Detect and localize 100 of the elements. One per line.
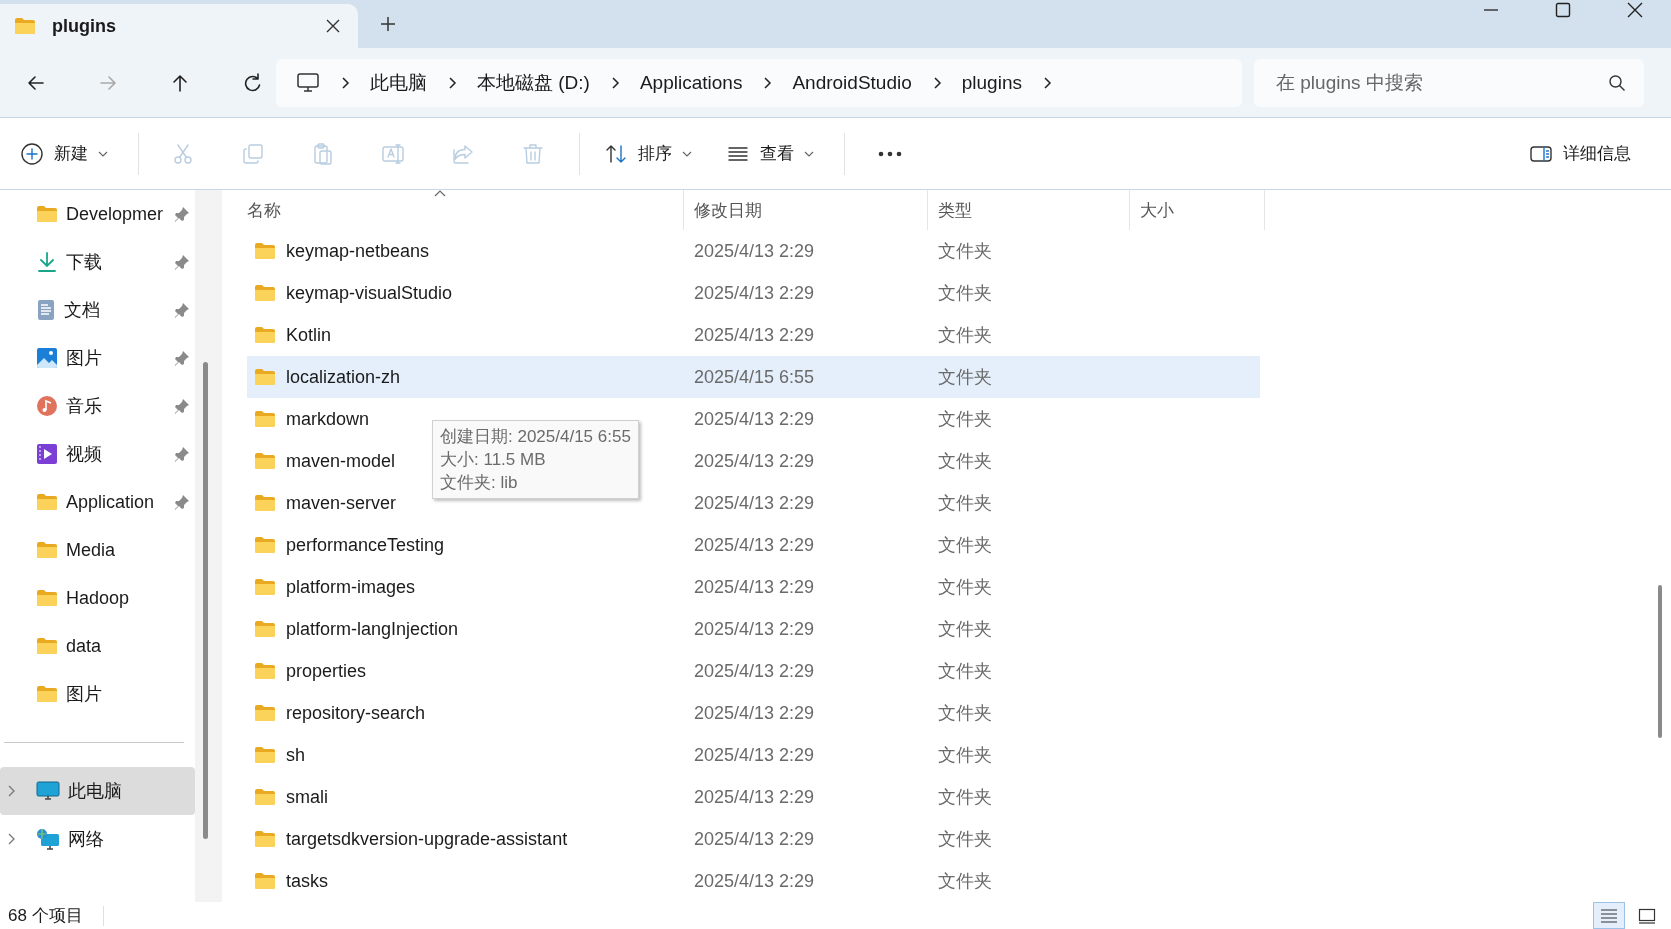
folder-icon bbox=[254, 242, 276, 260]
type-cell-text: 文件夹 bbox=[938, 240, 992, 263]
search-icon[interactable] bbox=[1608, 73, 1626, 92]
folder-icon bbox=[254, 662, 276, 680]
file-name: Kotlin bbox=[286, 324, 332, 346]
sidebar-item[interactable]: 图片 bbox=[0, 334, 195, 382]
date-cell: 2025/4/13 2:29 bbox=[694, 870, 815, 892]
file-name: properties bbox=[286, 660, 367, 682]
tooltip-line: 创建日期: 2025/4/15 6:55 bbox=[440, 426, 631, 448]
date-cell: 2025/4/13 2:29 bbox=[694, 240, 815, 262]
sidebar-item[interactable]: Developmer bbox=[0, 190, 195, 238]
folder-icon bbox=[36, 493, 58, 511]
file-name: targetsdkversion-upgrade-assistant bbox=[286, 828, 568, 850]
expand-icon[interactable] bbox=[8, 784, 16, 798]
more-icon bbox=[877, 149, 903, 158]
sidebar-item[interactable]: data bbox=[0, 622, 195, 670]
scrollbar-thumb[interactable] bbox=[1658, 585, 1662, 738]
clipboard-icon bbox=[311, 141, 335, 166]
date-cell: 2025/4/13 2:29 bbox=[694, 828, 815, 850]
selected-row[interactable]: localization-zh 2025/4/15 6:55 文件夹 bbox=[247, 356, 1260, 398]
breadcrumb-item[interactable]: plugins bbox=[961, 71, 1022, 94]
column-header[interactable]: 修改日期 bbox=[684, 190, 928, 230]
date-cell: 2025/4/13 2:29 bbox=[694, 408, 815, 430]
sidebar-item[interactable]: Media bbox=[0, 526, 195, 574]
chevron-icon bbox=[340, 75, 350, 90]
list-icon bbox=[1600, 907, 1618, 924]
breadcrumb-item[interactable]: Applications bbox=[639, 71, 743, 94]
window-tab[interactable]: plugins bbox=[0, 4, 358, 48]
type-cell-text: 文件夹 bbox=[938, 828, 992, 851]
date-cell: 2025/4/13 2:29 bbox=[694, 450, 815, 472]
folder-icon bbox=[254, 704, 276, 722]
sort-button[interactable]: 排序 bbox=[594, 131, 702, 176]
date-cell: 2025/4/13 2:29 bbox=[694, 534, 815, 556]
file-name: markdown bbox=[286, 408, 370, 430]
date-cell: 2025/4/13 2:29 bbox=[694, 660, 815, 682]
chevron-icon bbox=[931, 75, 942, 90]
column-header[interactable]: 大小 bbox=[1130, 190, 1265, 230]
sidebar-item[interactable]: Hadoop bbox=[0, 574, 195, 622]
document-icon bbox=[36, 299, 56, 321]
type-cell-text: 文件夹 bbox=[938, 450, 992, 473]
close-icon[interactable] bbox=[1627, 2, 1643, 18]
sidebar-item[interactable]: 图片 bbox=[0, 670, 195, 718]
maximize-icon[interactable] bbox=[1555, 2, 1571, 18]
type-cell-text: 文件夹 bbox=[938, 534, 992, 557]
new-button[interactable]: 新建 bbox=[10, 131, 118, 176]
address-bar[interactable]: 此电脑 本地磁盘 (D:) Applications AndroidStudio plugins bbox=[276, 58, 1242, 107]
folder-icon bbox=[36, 205, 58, 223]
file-name: maven-server bbox=[286, 492, 397, 514]
breadcrumb-item[interactable]: 本地磁盘 (D:) bbox=[477, 69, 590, 96]
column-header[interactable]: 类型 bbox=[928, 190, 1130, 230]
folder-icon bbox=[254, 326, 276, 344]
date-cell: 2025/4/13 2:29 bbox=[694, 786, 815, 808]
date-cell: 2025/4/13 2:29 bbox=[694, 492, 815, 514]
folder-icon bbox=[254, 284, 276, 302]
close-icon[interactable] bbox=[326, 19, 340, 33]
date-cell: 2025/4/13 2:29 bbox=[694, 744, 815, 766]
tooltip-line: 大小: 11.5 MB bbox=[440, 449, 547, 471]
file-name: platform-images bbox=[286, 576, 416, 598]
sidebar-item[interactable]: 视频 bbox=[0, 430, 195, 478]
breadcrumb-item[interactable]: AndroidStudio bbox=[792, 71, 912, 94]
type-cell-text: 文件夹 bbox=[938, 744, 992, 767]
type-cell-text: 文件夹 bbox=[938, 366, 992, 389]
expand-icon[interactable] bbox=[8, 832, 16, 846]
folder-icon bbox=[36, 637, 58, 655]
search-field[interactable]: 在 plugins 中搜索 bbox=[1254, 58, 1644, 107]
folder-icon bbox=[254, 620, 276, 638]
sidebar-item[interactable]: 此电脑 bbox=[0, 767, 195, 815]
folder-icon bbox=[254, 872, 276, 890]
details-button[interactable]: 详细信息 bbox=[1519, 131, 1641, 176]
column-header[interactable]: 名称 bbox=[222, 190, 684, 230]
chevron-icon bbox=[609, 75, 620, 90]
sidebar-item[interactable]: 网络 bbox=[0, 815, 195, 863]
type-cell-text: 文件夹 bbox=[938, 618, 992, 641]
folder-icon bbox=[254, 746, 276, 764]
item-count: 68 个项目 bbox=[8, 905, 83, 927]
chevron-icon bbox=[762, 75, 773, 90]
scrollbar-thumb[interactable] bbox=[203, 362, 208, 839]
chevron-icon bbox=[447, 75, 457, 90]
type-cell-text: 文件夹 bbox=[938, 576, 992, 599]
file-name: keymap-netbeans bbox=[286, 240, 430, 262]
folder-icon bbox=[254, 536, 276, 554]
file-name: tasks bbox=[286, 870, 328, 892]
type-cell-text: 文件夹 bbox=[938, 786, 992, 809]
sidebar-item[interactable]: Application bbox=[0, 478, 195, 526]
tiles-icon bbox=[1638, 907, 1656, 924]
type-cell-text: 文件夹 bbox=[938, 408, 992, 431]
sidebar-item[interactable]: 下载 bbox=[0, 238, 195, 286]
breadcrumb-item[interactable]: 此电脑 bbox=[370, 69, 427, 96]
details-view-button[interactable] bbox=[1593, 902, 1625, 929]
folder-icon bbox=[36, 541, 58, 559]
folder-icon bbox=[14, 17, 36, 35]
sidebar-item[interactable]: 文档 bbox=[0, 286, 195, 334]
download-icon bbox=[36, 251, 58, 273]
sidebar-item[interactable]: 音乐 bbox=[0, 382, 195, 430]
folder-icon bbox=[36, 685, 58, 703]
monitor-icon bbox=[36, 780, 60, 802]
type-cell-text: 文件夹 bbox=[938, 870, 992, 893]
video-icon bbox=[36, 443, 58, 465]
view-button[interactable]: 查看 bbox=[716, 131, 824, 176]
add-tab-icon[interactable] bbox=[380, 16, 396, 32]
